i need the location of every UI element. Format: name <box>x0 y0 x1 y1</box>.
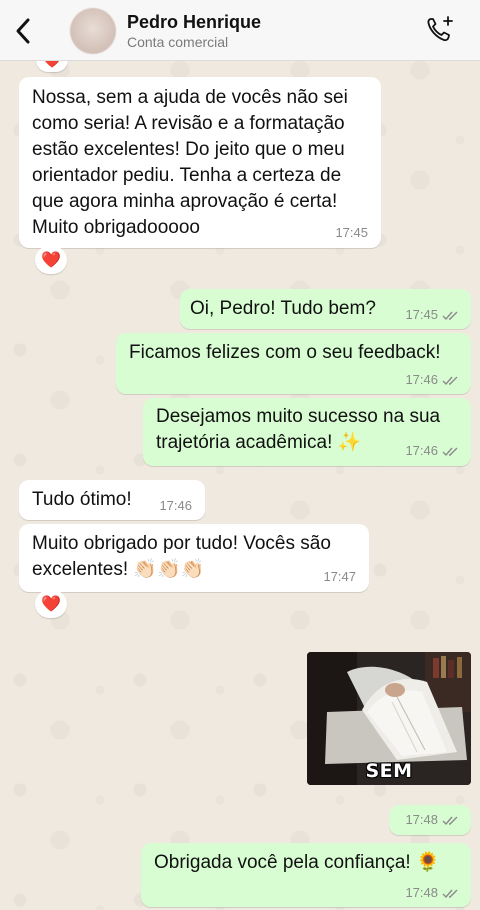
message-time: 17:47 <box>323 569 356 584</box>
message-text: Tudo ótimo! <box>32 489 132 510</box>
read-ticks-icon <box>442 311 458 321</box>
message-meta: 17:48 <box>405 885 460 901</box>
message-time: 17:46 <box>405 443 438 458</box>
message-meta: 17:46 <box>405 443 460 459</box>
message-time: 17:45 <box>405 307 438 322</box>
chevron-left-icon <box>16 18 30 44</box>
read-ticks-icon <box>442 889 458 899</box>
read-ticks-icon <box>442 376 458 386</box>
outgoing-message[interactable]: Ficamos felizes com o seu feedback! 17:4… <box>116 333 471 394</box>
message-meta: 17:48 <box>405 812 460 828</box>
message-text: Desejamos muito sucesso na sua trajetóri… <box>156 406 441 453</box>
contact-avatar[interactable] <box>70 8 116 54</box>
message-meta: 17:46 <box>405 372 460 388</box>
call-button[interactable] <box>424 14 456 46</box>
message-text: Ficamos felizes com o seu feedback! <box>129 342 441 363</box>
incoming-message[interactable]: Muito obrigado por tudo! Vocês são excel… <box>19 524 369 592</box>
message-text: Muito obrigado por tudo! Vocês são excel… <box>32 533 331 580</box>
read-ticks-icon <box>442 816 458 826</box>
heart-icon: ❤️ <box>41 252 61 269</box>
message-reaction[interactable]: ❤️ <box>35 590 67 618</box>
message-time: 17:48 <box>405 885 438 900</box>
outgoing-message[interactable]: Desejamos muito sucesso na sua trajetóri… <box>143 398 471 466</box>
outgoing-message[interactable]: Obrigada você pela confiança! 🌻 17:48 <box>141 843 471 907</box>
message-reaction[interactable]: ❤️ <box>35 246 67 274</box>
contact-name[interactable]: Pedro Henrique <box>127 12 261 33</box>
message-text: Oi, Pedro! Tudo bem? <box>190 298 376 319</box>
message-text: Nossa, sem a ajuda de vocês não sei como… <box>32 87 348 238</box>
incoming-message[interactable]: Tudo ótimo! 17:46 <box>19 480 205 520</box>
gif-caption: SEM PALAVRAS <box>365 760 413 782</box>
outgoing-message[interactable]: 17:48 <box>389 805 471 835</box>
message-time: 17:48 <box>405 812 438 827</box>
outgoing-message[interactable]: Oi, Pedro! Tudo bem? 17:45 <box>180 289 471 329</box>
heart-icon: ❤️ <box>41 596 61 613</box>
message-time: 17:45 <box>335 225 368 240</box>
contact-subtitle: Conta comercial <box>127 34 229 50</box>
incoming-message[interactable]: Nossa, sem a ajuda de vocês não sei como… <box>19 77 381 248</box>
message-time: 17:46 <box>159 498 192 513</box>
message-time: 17:46 <box>405 372 438 387</box>
back-button[interactable] <box>10 14 36 48</box>
phone-add-icon <box>427 16 453 42</box>
gif-message[interactable]: SEM PALAVRAS <box>307 652 471 785</box>
read-ticks-icon <box>442 447 458 457</box>
chat-header: Pedro Henrique Conta comercial <box>0 0 480 61</box>
message-text: Obrigada você pela confiança! 🌻 <box>154 852 440 873</box>
message-meta: 17:45 <box>405 307 460 323</box>
